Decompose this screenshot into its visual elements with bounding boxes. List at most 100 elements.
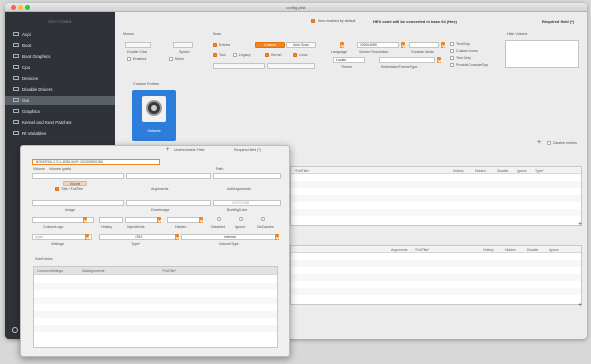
custom-tool-table[interactable]: Arguments *FullTitle* Hotkey Hidden Disa… bbox=[290, 245, 582, 305]
injectkexts-stepper[interactable] bbox=[157, 217, 161, 223]
settings-field[interactable]: Apple bbox=[32, 234, 92, 240]
sidebar-item-cpu[interactable]: Cpu bbox=[5, 63, 115, 72]
scan-legacy-label: Legacy bbox=[239, 53, 251, 57]
list-icon bbox=[13, 54, 19, 59]
speed-label: Speed bbox=[179, 50, 190, 54]
settings-stepper[interactable] bbox=[85, 234, 89, 240]
list-icon bbox=[13, 76, 19, 81]
hidden-field[interactable] bbox=[167, 217, 203, 223]
scan-tool-label: Tool bbox=[219, 53, 226, 57]
title-checkbox[interactable] bbox=[55, 187, 59, 191]
text-only-checkbox[interactable] bbox=[450, 56, 454, 60]
hotkey-field[interactable] bbox=[99, 217, 123, 223]
scan-auto-button[interactable]: Auto Scan bbox=[286, 42, 316, 48]
list-icon bbox=[13, 65, 19, 70]
show-optimus-checkbox[interactable] bbox=[450, 49, 454, 53]
type-selector[interactable]: Volume bbox=[63, 181, 87, 186]
hidden-stepper[interactable] bbox=[199, 217, 203, 223]
list-icon bbox=[13, 109, 19, 114]
boot-bg-color-field[interactable]: 0xRRGGBB bbox=[213, 200, 281, 206]
sidebar-item-disable-drivers[interactable]: Disable Drivers bbox=[5, 85, 115, 94]
scan-kernel-checkbox[interactable] bbox=[265, 53, 269, 57]
add-tool-button[interactable]: + bbox=[578, 302, 582, 309]
column-header: CommonSettings bbox=[37, 269, 64, 273]
theme-field[interactable]: Locale bbox=[333, 57, 365, 63]
sidebar-item-rt-variables[interactable]: Rt Variables bbox=[5, 129, 115, 138]
hidden-label: Hidden bbox=[175, 225, 187, 229]
drive-icon bbox=[142, 96, 166, 122]
sidebar-item-acpi[interactable]: Acpi bbox=[5, 30, 115, 39]
speed-field[interactable] bbox=[173, 42, 193, 48]
list-icon bbox=[13, 43, 19, 48]
column-header: Ignore bbox=[549, 247, 559, 252]
mouse-group-title: Mouse bbox=[123, 32, 134, 36]
double-click-field[interactable] bbox=[125, 42, 151, 48]
scan-options-field[interactable] bbox=[213, 63, 265, 69]
language-stepper[interactable] bbox=[340, 42, 344, 48]
add-legacy-button[interactable]: + bbox=[578, 221, 582, 228]
sidebar-item-boot-graphics[interactable]: Boot Graphics bbox=[5, 52, 115, 61]
provide-console-checkbox[interactable] bbox=[450, 63, 454, 67]
mouse-enabled-checkbox[interactable] bbox=[127, 57, 131, 61]
custom-entry-label: Volume bbox=[147, 128, 161, 133]
column-header: AddArguments bbox=[82, 269, 105, 273]
ignore-radio[interactable] bbox=[239, 217, 243, 221]
text-only-label: Text Only bbox=[456, 56, 471, 60]
mouse-mirror-label: Mirror bbox=[175, 57, 185, 61]
hotkey-label: Hotkey bbox=[101, 225, 113, 229]
volume-type-field[interactable]: Internal bbox=[181, 234, 279, 240]
column-header: Type* bbox=[535, 168, 544, 173]
resolution-stepper[interactable] bbox=[401, 42, 405, 48]
mouse-mirror-checkbox[interactable] bbox=[169, 57, 173, 61]
screen-resolution-field[interactable]: 1920x1080 bbox=[357, 42, 399, 48]
image-field[interactable] bbox=[32, 200, 124, 206]
window-title: config.plist bbox=[286, 5, 306, 10]
volume-type-stepper[interactable] bbox=[275, 234, 279, 240]
embedded-theme-field[interactable] bbox=[379, 57, 435, 63]
path-field[interactable] bbox=[213, 173, 281, 179]
scan-custom-button[interactable]: Custom bbox=[255, 42, 285, 48]
entry-type-stepper[interactable] bbox=[175, 234, 179, 240]
sidebar-item-gui[interactable]: Gui bbox=[5, 96, 115, 105]
sidebar-item-boot[interactable]: Boot bbox=[5, 41, 115, 50]
scan-legacy-checkbox[interactable] bbox=[233, 53, 237, 57]
sidebar-header: SECTIONS bbox=[48, 19, 72, 24]
sidebar-item-kernel-and-kext-patches[interactable]: Kernel and Kext Patches bbox=[5, 118, 115, 127]
list-icon bbox=[13, 98, 19, 103]
title-field[interactable] bbox=[126, 173, 211, 179]
add-entry-button[interactable]: + bbox=[537, 139, 541, 146]
type-field[interactable] bbox=[32, 173, 124, 179]
injectkexts-field[interactable] bbox=[125, 217, 161, 223]
sidebar-item-devices[interactable]: Devices bbox=[5, 74, 115, 83]
custom-entry-volume[interactable]: Volume bbox=[132, 90, 176, 141]
hide-volume-list[interactable] bbox=[505, 40, 579, 68]
scan-linux-checkbox[interactable] bbox=[293, 53, 297, 57]
custom-logo-stepper[interactable] bbox=[83, 217, 87, 223]
disabled-radio[interactable] bbox=[217, 217, 221, 221]
nocaches-radio[interactable] bbox=[261, 217, 265, 221]
scan-extra-field[interactable] bbox=[267, 63, 315, 69]
delete-entry-button[interactable]: + bbox=[166, 147, 170, 154]
scan-tool-checkbox[interactable] bbox=[213, 53, 217, 57]
sub-entries-table[interactable]: CommonSettings AddArguments *FullTitle* bbox=[33, 266, 278, 348]
volume-label: Volume bbox=[33, 167, 45, 171]
scan-entries-checkbox[interactable] bbox=[213, 43, 217, 47]
volume-path-label: Volume (path) bbox=[49, 167, 72, 171]
sub-entries-title: SubEntries bbox=[35, 257, 53, 261]
sidebar-item-graphics[interactable]: Graphics bbox=[5, 107, 115, 116]
volume-type-label: VolumeType bbox=[219, 242, 239, 246]
entry-type-field[interactable]: OSX bbox=[99, 234, 179, 240]
console-mode-stepper[interactable] bbox=[441, 42, 445, 48]
embedded-theme-stepper[interactable] bbox=[437, 57, 441, 63]
nocaches-label: NoCaches bbox=[257, 225, 274, 229]
drive-image-field[interactable] bbox=[126, 200, 211, 206]
disable-entries-checkbox[interactable] bbox=[547, 141, 551, 145]
textonly-checkbox[interactable] bbox=[450, 42, 454, 46]
settings-label: Settings bbox=[51, 242, 64, 246]
custom-legacy-table[interactable]: *FullTitle* Hotkey Hidden Disable Ignore… bbox=[290, 166, 582, 226]
volume-path-field[interactable]: BCB39F8D-C7C1-4EB6-9A9F-2DC8DB9EDB8 bbox=[32, 159, 160, 165]
provide-console-label: ProvideConsoleGop bbox=[456, 63, 489, 67]
list-icon bbox=[13, 87, 19, 92]
gear-icon[interactable] bbox=[12, 327, 18, 333]
console-mode-field[interactable] bbox=[409, 42, 439, 48]
